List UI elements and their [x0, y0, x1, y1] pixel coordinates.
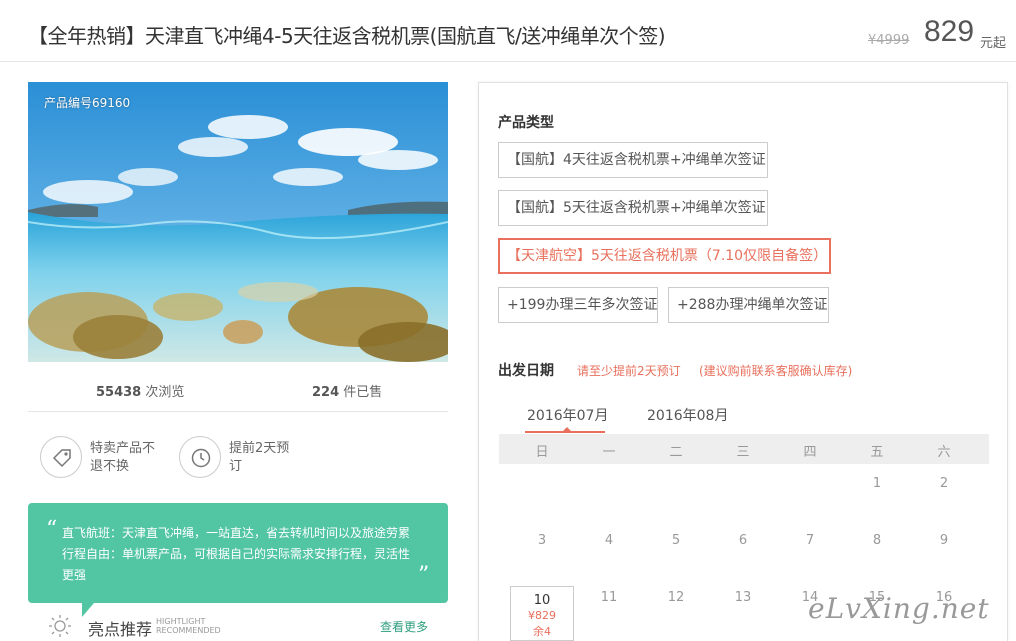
tab-month-august[interactable]: 2016年08月 — [647, 405, 728, 425]
product-title: 【全年热销】天津直飞冲绳4-5天往返含税机票(国航直飞/送冲绳单次个签) — [28, 24, 666, 48]
okinawa-sea-image — [28, 82, 448, 362]
sun-icon — [49, 615, 71, 637]
day-price: ¥829 — [528, 609, 556, 622]
day-stock: 余4 — [533, 625, 551, 638]
site-watermark: eLvXing.net — [808, 592, 990, 625]
calendar-day[interactable]: 12 — [661, 590, 691, 605]
calendar-day[interactable]: 1 — [862, 476, 892, 491]
product-code: 产品编号69160 — [44, 96, 131, 110]
product-type-label: 产品类型 — [498, 115, 554, 131]
tag-icon-wrap — [40, 436, 82, 478]
day-number: 10 — [533, 593, 551, 608]
stats-bar: 55438 次浏览 224 件已售 — [28, 370, 448, 412]
option-guohang-5day[interactable]: 【国航】5天往返含税机票+冲绳单次签证 — [498, 190, 768, 226]
price-unit: 元起 — [980, 36, 1007, 51]
departure-date-label: 出发日期 — [498, 363, 554, 379]
calendar-day[interactable]: 9 — [929, 533, 959, 548]
option-tianjin-air-5day[interactable]: 【天津航空】5天往返含税机票（7.10仅限自备签） — [498, 238, 831, 274]
weekday: 四 — [803, 445, 817, 460]
feature-text: 特卖产品不退不换 — [90, 441, 156, 474]
views-count: 55438 — [96, 385, 142, 400]
views-stat: 55438 次浏览 — [96, 381, 184, 400]
calendar-day-available[interactable]: 10 ¥829 余4 — [510, 586, 574, 641]
clock-icon — [191, 448, 211, 468]
weekday: 一 — [602, 445, 616, 460]
quote-text: 直飞航班：天津直飞冲绳，一站直达，省去转机时间以及旅途劳累 行程自由：单机票产品… — [62, 526, 411, 582]
weekday: 二 — [669, 445, 683, 460]
booking-advance-note: 请至少提前2天预订 — [577, 364, 681, 378]
sold-count: 224 — [312, 385, 340, 400]
feature-text: 提前2天预订 — [229, 441, 290, 474]
calendar-day[interactable]: 13 — [728, 590, 758, 605]
tag-icon — [52, 449, 71, 468]
highlight-title: 亮点推荐 — [88, 620, 153, 639]
calendar-day[interactable]: 5 — [661, 533, 691, 548]
highlights-quote: “ 直飞航班：天津直飞冲绳，一站直达，省去转机时间以及旅途劳累 行程自由：单机票… — [28, 503, 448, 603]
weekday: 五 — [870, 445, 884, 460]
clock-icon-wrap — [179, 436, 221, 478]
weekday: 三 — [736, 445, 750, 460]
views-label: 次浏览 — [145, 385, 185, 400]
booking-panel: 产品类型 【国航】4天往返含税机票+冲绳单次签证 【国航】5天往返含税机票+冲绳… — [478, 82, 1008, 641]
calendar-day[interactable]: 4 — [594, 533, 624, 548]
calendar-day[interactable]: 2 — [929, 476, 959, 491]
quote-open-icon: “ — [46, 517, 58, 542]
weekday: 日 — [535, 445, 549, 460]
tab-month-july[interactable]: 2016年07月 — [527, 405, 608, 425]
calendar-day[interactable]: 8 — [862, 533, 892, 548]
sold-stat: 224 件已售 — [312, 381, 382, 400]
stock-confirm-note: (建议购前联系客服确认库存) — [699, 364, 853, 378]
sold-label: 件已售 — [343, 385, 383, 400]
original-price: ¥4999 — [868, 33, 910, 48]
highlight-section: 亮点推荐 HIGHTLIGHT RECOMMENDED 查看更多 — [28, 612, 448, 641]
highlight-subtitle: HIGHTLIGHT RECOMMENDED — [156, 617, 221, 635]
active-month-caret — [563, 427, 571, 431]
option-single-visa[interactable]: +288办理冲绳单次签证 — [668, 287, 829, 323]
product-photo[interactable]: 产品编号69160 — [28, 82, 448, 362]
weekday: 六 — [937, 445, 951, 460]
option-three-year-visa[interactable]: +199办理三年多次签证 — [498, 287, 658, 323]
calendar-day[interactable]: 7 — [795, 533, 825, 548]
active-month-underline — [525, 431, 605, 433]
sale-price: 829 — [924, 15, 975, 48]
calendar-day[interactable]: 11 — [594, 590, 624, 605]
calendar-day[interactable]: 3 — [527, 533, 557, 548]
product-header: 【全年热销】天津直飞冲绳4-5天往返含税机票(国航直飞/送冲绳单次个签) ¥49… — [0, 0, 1016, 62]
calendar-weekday-header: 日 一 二 三 四 五 六 — [499, 434, 989, 464]
quote-close-icon: ” — [418, 563, 430, 588]
calendar-day[interactable]: 6 — [728, 533, 758, 548]
option-guohang-4day[interactable]: 【国航】4天往返含税机票+冲绳单次签证 — [498, 142, 768, 178]
view-more-link[interactable]: 查看更多 — [380, 618, 428, 635]
